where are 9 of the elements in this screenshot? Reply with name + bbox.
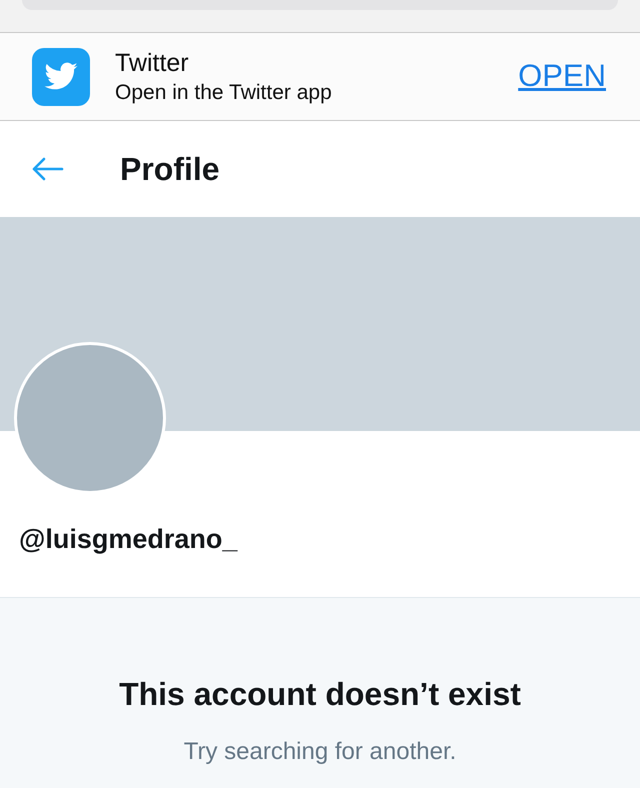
empty-state-message: Try searching for another. <box>184 737 456 767</box>
back-arrow-icon[interactable] <box>32 157 64 181</box>
empty-state-title: This account doesn’t exist <box>119 675 521 714</box>
app-name: Twitter <box>115 48 190 78</box>
open-link[interactable]: OPEN <box>518 53 606 100</box>
profile-handle: @luisgmedrano_ <box>19 524 238 554</box>
bird-icon <box>32 48 90 106</box>
app-subtitle: Open in the Twitter app <box>115 80 333 106</box>
page-title: Profile <box>120 150 220 189</box>
